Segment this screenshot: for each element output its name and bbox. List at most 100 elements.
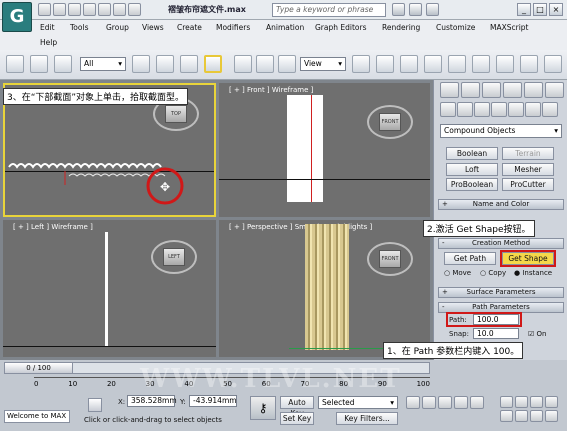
percent-snap-icon[interactable] [448, 55, 466, 73]
copy-radio[interactable]: ○ Copy [480, 269, 506, 277]
rollout-surface-parameters[interactable]: + Surface Parameters [438, 287, 564, 298]
lock-selection-icon[interactable] [88, 398, 102, 412]
zoom-extents-all-icon[interactable] [545, 396, 558, 408]
orbit-icon[interactable] [530, 410, 543, 422]
y-coordinate-field[interactable]: -43.914mm [189, 395, 237, 407]
terrain-button[interactable]: Terrain [502, 147, 554, 160]
menu-edit[interactable]: Edit [40, 23, 55, 32]
zoom-all-icon[interactable] [515, 396, 528, 408]
rollout-creation-method[interactable]: - Creation Method [438, 238, 564, 249]
search-icon[interactable] [392, 3, 405, 16]
pivot-center-icon[interactable] [352, 55, 370, 73]
key-filters-button[interactable]: Key Filters... [336, 412, 398, 425]
snap-input[interactable]: 10.0 [473, 328, 519, 339]
redo-icon[interactable] [98, 3, 111, 16]
space-warps-icon[interactable] [525, 102, 541, 117]
rollout-name-color[interactable]: + Name and Color [438, 199, 564, 210]
maximize-viewport-icon[interactable] [545, 410, 558, 422]
instance-radio[interactable]: ● Instance [514, 269, 552, 277]
curtain-profile[interactable] [105, 232, 108, 346]
mirror-icon[interactable] [472, 55, 490, 73]
viewcube-perspective[interactable]: FRONT [379, 250, 401, 268]
category-dropdown[interactable]: Compound Objects ▾ [440, 124, 562, 138]
key-icon[interactable]: ⚷ [250, 396, 276, 420]
curtain-render[interactable] [305, 224, 349, 350]
proboolean-button[interactable]: ProBoolean [446, 178, 498, 191]
geometry-icon[interactable] [440, 102, 456, 117]
minimize-button[interactable]: _ [517, 3, 531, 16]
viewport-front[interactable]: [ + ] Front ] Wireframe ] FRONT [219, 83, 430, 217]
undo-icon[interactable] [83, 3, 96, 16]
on-checkbox[interactable]: ☑ On [528, 330, 546, 338]
menu-help[interactable]: Help [40, 38, 57, 47]
menu-group[interactable]: Group [106, 23, 129, 32]
unlink-icon[interactable] [54, 55, 72, 73]
viewcube-left[interactable]: LEFT [163, 248, 185, 266]
key-mode-dropdown[interactable]: Selected ▾ [318, 396, 398, 409]
snap-toggle-icon[interactable] [400, 55, 418, 73]
restore-button[interactable]: □ [533, 3, 547, 16]
viewport-left[interactable]: [ + ] Left ] Wireframe ] LEFT [3, 220, 216, 357]
undo-icon[interactable] [6, 55, 24, 73]
select-by-name-icon[interactable] [156, 55, 174, 73]
menu-animation[interactable]: Animation [266, 23, 304, 32]
procutter-button[interactable]: ProCutter [502, 178, 554, 191]
ref-coord-dropdown[interactable]: View ▾ [300, 57, 346, 71]
selection-filter-dropdown[interactable]: All ▾ [80, 57, 126, 71]
shapes-icon[interactable] [457, 102, 473, 117]
goto-end-icon[interactable] [470, 396, 484, 409]
menu-modifiers[interactable]: Modifiers [216, 23, 250, 32]
select-manipulate-icon[interactable] [376, 55, 394, 73]
play-icon[interactable] [438, 396, 452, 409]
auto-key-button[interactable]: Auto Key [280, 396, 314, 418]
project-folder-icon[interactable] [113, 3, 126, 16]
get-shape-button[interactable]: Get Shape [500, 250, 556, 267]
menu-graph-editors[interactable]: Graph Editors [315, 23, 367, 32]
systems-icon[interactable] [542, 102, 558, 117]
field-of-view-icon[interactable] [500, 410, 513, 422]
get-path-button[interactable]: Get Path [444, 252, 496, 265]
maxscript-listener[interactable]: Welcome to MAX [4, 410, 70, 423]
path-input[interactable]: 100.0 [473, 314, 519, 325]
set-key-button[interactable]: Set Key [280, 412, 314, 425]
mini-curve-icon[interactable] [6, 376, 28, 386]
save-file-icon[interactable] [68, 3, 81, 16]
window-crossing-icon[interactable] [204, 55, 222, 73]
curtain-object[interactable] [287, 95, 323, 202]
select-object-icon[interactable] [132, 55, 150, 73]
close-button[interactable]: × [549, 3, 563, 16]
mesher-button[interactable]: Mesher [502, 163, 554, 176]
viewport-perspective[interactable]: [ + ] Perspective ] Smooth + Highlights … [219, 220, 430, 357]
app-logo-icon[interactable]: G [2, 2, 32, 32]
zoom-icon[interactable] [500, 396, 513, 408]
move-radio[interactable]: ○ Move [444, 269, 471, 277]
menu-customize[interactable]: Customize [436, 23, 475, 32]
new-file-icon[interactable] [38, 3, 51, 16]
next-frame-icon[interactable] [454, 396, 468, 409]
hierarchy-tab-icon[interactable] [482, 82, 501, 98]
loft-button[interactable]: Loft [446, 163, 498, 176]
render-setup-icon[interactable] [544, 55, 562, 73]
display-tab-icon[interactable] [524, 82, 543, 98]
goto-start-icon[interactable] [406, 396, 420, 409]
select-scale-icon[interactable] [278, 55, 296, 73]
menu-views[interactable]: Views [142, 23, 164, 32]
viewcube-front[interactable]: FRONT [379, 113, 401, 131]
modify-tab-icon[interactable] [461, 82, 480, 98]
select-rotate-icon[interactable] [256, 55, 274, 73]
menu-tools[interactable]: Tools [70, 23, 88, 32]
cameras-icon[interactable] [491, 102, 507, 117]
zoom-extents-icon[interactable] [530, 396, 543, 408]
utilities-tab-icon[interactable] [545, 82, 564, 98]
menu-rendering[interactable]: Rendering [382, 23, 420, 32]
previous-frame-icon[interactable] [422, 396, 436, 409]
align-icon[interactable] [496, 55, 514, 73]
motion-tab-icon[interactable] [503, 82, 522, 98]
star-icon[interactable] [409, 3, 422, 16]
x-coordinate-field[interactable]: 358.528mm [127, 395, 177, 407]
select-move-icon[interactable] [234, 55, 252, 73]
helpers-icon[interactable] [508, 102, 524, 117]
lights-icon[interactable] [474, 102, 490, 117]
angle-snap-icon[interactable] [424, 55, 442, 73]
link-icon[interactable] [30, 55, 48, 73]
